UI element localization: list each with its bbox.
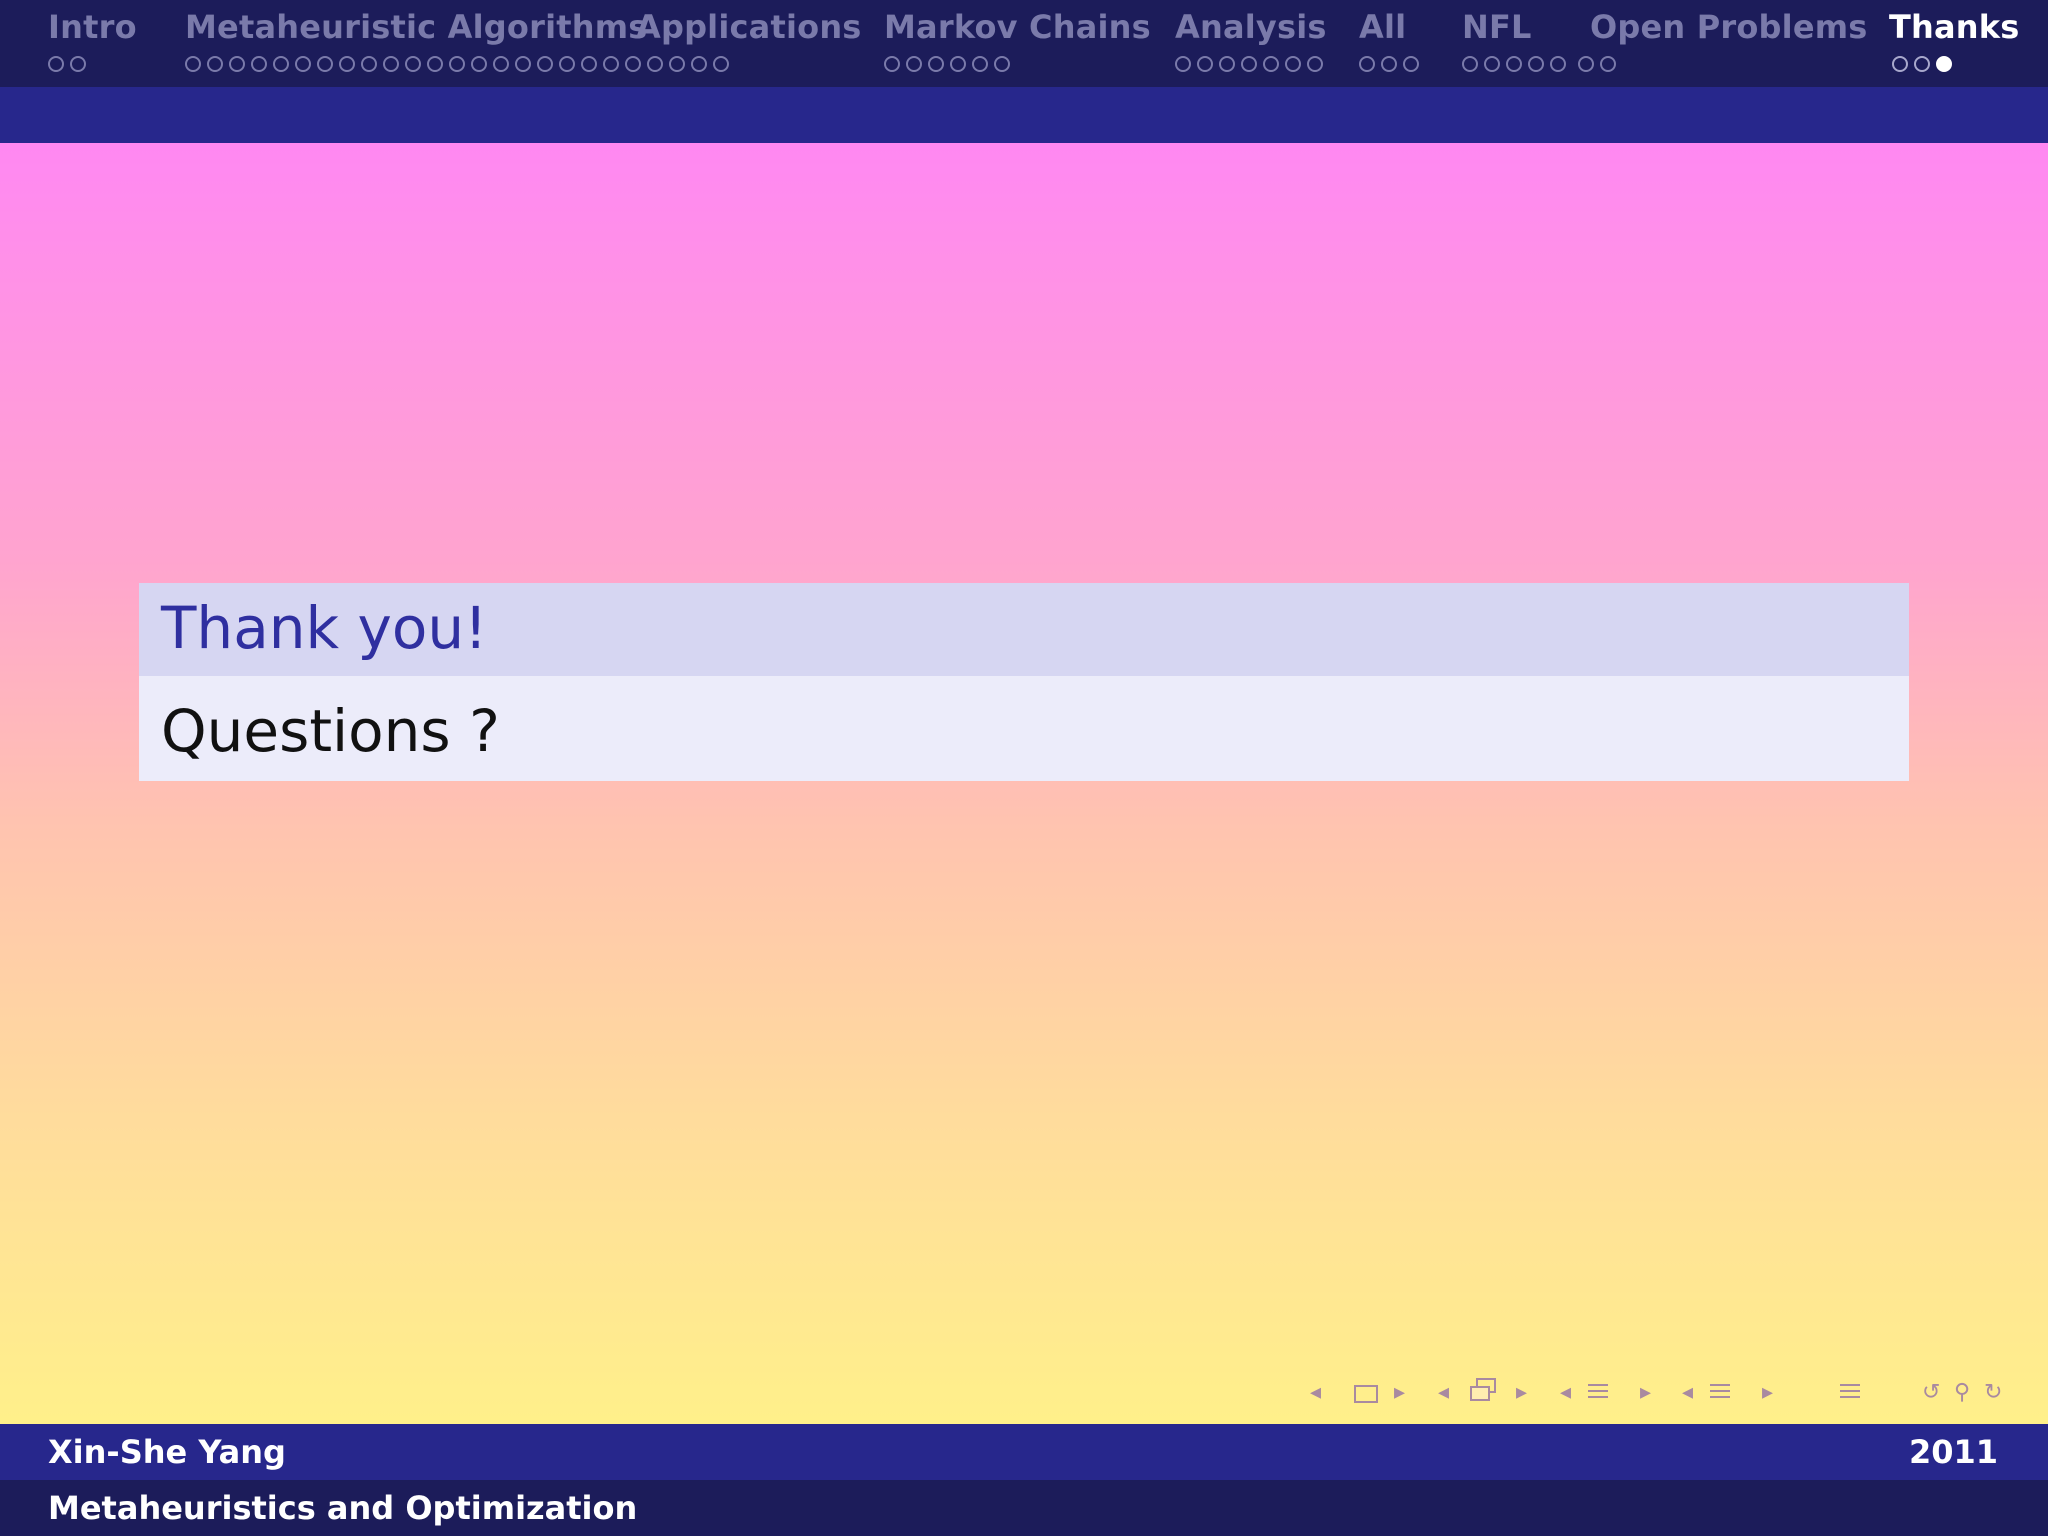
frame-dots	[185, 56, 735, 72]
nav-section-title[interactable]: NFL	[1462, 8, 1532, 46]
frame-dot[interactable]	[1359, 56, 1375, 72]
section-navigation-bar: Intro Metaheuristic Algorithms Applicati…	[0, 0, 2048, 87]
frame-dot[interactable]	[70, 56, 86, 72]
frame-dot[interactable]	[603, 56, 619, 72]
section-icon[interactable]	[1710, 1384, 1730, 1402]
prev-subsection-icon[interactable]: ◂	[1560, 1378, 1571, 1408]
nav-section-title[interactable]: All	[1359, 8, 1406, 46]
frame-dot[interactable]	[295, 56, 311, 72]
next-slide-icon[interactable]: ▸	[1394, 1378, 1405, 1408]
frame-dot[interactable]	[185, 56, 201, 72]
frame-dot[interactable]	[972, 56, 988, 72]
frame-dots	[1462, 56, 1622, 72]
footer-author-bar: Xin-She Yang 2011	[0, 1424, 2048, 1480]
frame-dot[interactable]	[691, 56, 707, 72]
frame-dot[interactable]	[1600, 56, 1616, 72]
frame-dot[interactable]	[1550, 56, 1566, 72]
nav-section-title[interactable]: Analysis	[1175, 8, 1327, 46]
frame-dot[interactable]	[317, 56, 333, 72]
search-icon[interactable]: ⚲	[1954, 1378, 1970, 1408]
prev-section-icon[interactable]: ◂	[1682, 1378, 1693, 1408]
footer-author: Xin-She Yang	[48, 1433, 286, 1471]
frame-dots	[1359, 56, 1425, 72]
frame-dot[interactable]	[1219, 56, 1235, 72]
document-icon[interactable]	[1840, 1384, 1860, 1402]
frame-dot[interactable]	[1578, 56, 1594, 72]
block-title: Thank you!	[139, 583, 1909, 676]
frame-dot[interactable]	[537, 56, 553, 72]
frame-dot[interactable]	[1403, 56, 1419, 72]
nav-section-title[interactable]: Thanks	[1889, 8, 2020, 46]
nav-section-title[interactable]: Intro	[48, 8, 137, 46]
nav-section-title[interactable]: Markov Chains	[884, 8, 1151, 46]
redo-icon[interactable]: ↻	[1984, 1378, 2002, 1408]
frame-dot[interactable]	[1484, 56, 1500, 72]
frame-dot[interactable]	[1914, 56, 1930, 72]
frame-dot[interactable]	[1892, 56, 1908, 72]
next-frame-icon[interactable]: ▸	[1516, 1378, 1527, 1408]
frame-dot[interactable]	[625, 56, 641, 72]
frame-dot[interactable]	[950, 56, 966, 72]
frame-dot[interactable]	[383, 56, 399, 72]
frame-dot[interactable]	[669, 56, 685, 72]
footer-year: 2011	[1908, 1433, 1998, 1471]
frame-dot[interactable]	[1528, 56, 1544, 72]
frame-dot[interactable]	[251, 56, 267, 72]
frame-dot[interactable]	[906, 56, 922, 72]
nav-section-title[interactable]: Applications	[636, 8, 862, 46]
frame-dot[interactable]	[1175, 56, 1191, 72]
frame-dot[interactable]	[1506, 56, 1522, 72]
current-frame-dot[interactable]	[1936, 56, 1952, 72]
next-section-icon[interactable]: ▸	[1762, 1378, 1773, 1408]
slide-icon[interactable]	[1354, 1385, 1378, 1403]
nav-section-title[interactable]: Open Problems	[1590, 8, 1868, 46]
frame-dot[interactable]	[1263, 56, 1279, 72]
frame-dots	[884, 56, 1016, 72]
frame-dot[interactable]	[1381, 56, 1397, 72]
frame-dot[interactable]	[207, 56, 223, 72]
prev-slide-icon[interactable]: ◂	[1310, 1378, 1321, 1408]
nav-section-title[interactable]: Metaheuristic Algorithms	[185, 8, 648, 46]
frame-dot[interactable]	[515, 56, 531, 72]
frame-dot[interactable]	[449, 56, 465, 72]
thanks-block: Thank you! Questions ?	[139, 583, 1909, 781]
frame-dot[interactable]	[405, 56, 421, 72]
frame-dot[interactable]	[581, 56, 597, 72]
frame-dot[interactable]	[647, 56, 663, 72]
frame-dot[interactable]	[361, 56, 377, 72]
undo-icon[interactable]: ↺	[1922, 1378, 1940, 1408]
frame-dots	[1892, 56, 1958, 72]
frame-dot[interactable]	[713, 56, 729, 72]
frame-dot[interactable]	[427, 56, 443, 72]
prev-frame-icon[interactable]: ◂	[1438, 1378, 1449, 1408]
footer-title-bar: Metaheuristics and Optimization	[0, 1480, 2048, 1536]
subsection-icon[interactable]	[1588, 1384, 1608, 1402]
frame-dot[interactable]	[1241, 56, 1257, 72]
frame-dot[interactable]	[928, 56, 944, 72]
frame-dots	[1175, 56, 1329, 72]
frame-dot[interactable]	[559, 56, 575, 72]
frame-dot[interactable]	[273, 56, 289, 72]
frame-dot[interactable]	[471, 56, 487, 72]
frame-dot[interactable]	[339, 56, 355, 72]
next-subsection-icon[interactable]: ▸	[1640, 1378, 1651, 1408]
frame-dot[interactable]	[1285, 56, 1301, 72]
frame-dot[interactable]	[48, 56, 64, 72]
footer-title: Metaheuristics and Optimization	[48, 1489, 638, 1527]
frame-dots	[48, 56, 92, 72]
frame-dot[interactable]	[493, 56, 509, 72]
frame-dot[interactable]	[994, 56, 1010, 72]
header-strip	[0, 87, 2048, 143]
frame-dot[interactable]	[1307, 56, 1323, 72]
navigation-symbols: ◂ ▸ ◂ ▸ ◂ ▸ ◂ ▸ ↺ ⚲ ↻	[1310, 1378, 2040, 1408]
frame-dot[interactable]	[1462, 56, 1478, 72]
frame-icon[interactable]	[1470, 1378, 1496, 1401]
frame-dot[interactable]	[229, 56, 245, 72]
block-body: Questions ?	[139, 676, 1909, 781]
frame-dot[interactable]	[1197, 56, 1213, 72]
frame-dot[interactable]	[884, 56, 900, 72]
